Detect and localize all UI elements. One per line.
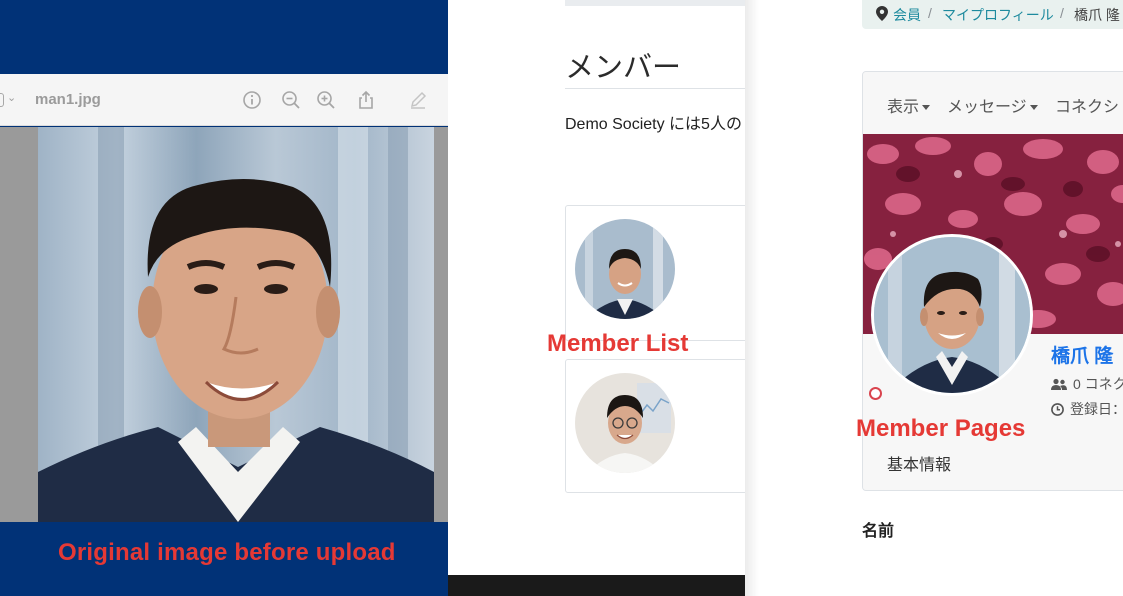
- member-page-panel: 会員 / マイプロフィール / 橋爪 隆 表示 メッセージ コネクシ 橋爪 隆 …: [745, 0, 1123, 596]
- status-indicator: [869, 387, 882, 400]
- image-viewer-panel: ⌄ man1.jpg Original image before upload: [0, 0, 448, 596]
- field-label-name: 名前: [862, 523, 895, 540]
- profile-nav: 表示 メッセージ コネクシ: [863, 72, 1123, 134]
- avatar[interactable]: [575, 219, 675, 319]
- clock-icon: [1051, 403, 1067, 416]
- connections-count: 0 コネク: [1051, 374, 1123, 394]
- breadcrumb-item-my-profile[interactable]: マイプロフィール: [942, 5, 1054, 25]
- profile-name[interactable]: 橋爪 隆: [1051, 341, 1113, 368]
- markup-pen-icon[interactable]: [407, 89, 429, 111]
- share-icon[interactable]: [355, 89, 377, 111]
- heading-divider: [565, 88, 745, 89]
- zoom-out-icon[interactable]: [280, 89, 302, 111]
- member-card[interactable]: [565, 359, 745, 493]
- breadcrumb-item-members[interactable]: 会員: [893, 5, 921, 25]
- messages-menu[interactable]: メッセージ: [947, 93, 1038, 117]
- avatar[interactable]: [575, 373, 675, 473]
- member-card[interactable]: [565, 205, 745, 341]
- connections-menu[interactable]: コネクシ: [1055, 93, 1119, 117]
- caret-down-icon: [922, 105, 931, 111]
- sidebar-toggle-button[interactable]: ⌄: [0, 91, 20, 109]
- users-icon: [1051, 378, 1070, 391]
- map-marker-icon: [876, 6, 888, 21]
- caption-member-pages: Member Pages: [856, 415, 1026, 442]
- caption-member-list: Member List: [547, 330, 689, 357]
- connections-count-text: 0 コネク: [1073, 376, 1123, 392]
- member-count-text: Demo Society には5人の: [565, 116, 742, 133]
- registered-date-text: 登録日：: [1070, 401, 1123, 417]
- connections-menu-label: コネクシ: [1055, 99, 1120, 116]
- breadcrumb: 会員 / マイプロフィール / 橋爪 隆: [862, 0, 1123, 29]
- bottom-bar: [448, 575, 745, 596]
- caret-down-icon: [1029, 105, 1038, 111]
- caption-original-image-text: Original image before upload: [58, 539, 396, 566]
- file-name: man1.jpg: [35, 91, 101, 108]
- page-title: メンバー: [565, 52, 682, 84]
- messages-menu-label: メッセージ: [947, 99, 1027, 116]
- view-menu-label: 表示: [887, 99, 920, 116]
- registered-date: 登録日：: [1051, 399, 1123, 419]
- breadcrumb-separator: /: [1060, 5, 1064, 21]
- member-list-panel: メンバー Demo Society には5人の Member List: [448, 0, 745, 596]
- breadcrumb-separator: /: [928, 5, 932, 21]
- zoom-in-icon[interactable]: [315, 89, 337, 111]
- view-menu[interactable]: 表示: [887, 93, 931, 117]
- tab-basic-info[interactable]: 基本情報: [887, 451, 951, 475]
- caption-original-image: Original image before upload: [0, 522, 448, 596]
- chevron-down-icon: ⌄: [7, 92, 17, 104]
- profile-avatar[interactable]: [871, 234, 1033, 396]
- sidebar-icon: [0, 93, 4, 107]
- panel-shadow: [745, 0, 759, 596]
- top-strip: [565, 0, 745, 6]
- original-photo: [38, 127, 434, 522]
- info-icon[interactable]: [241, 89, 263, 111]
- viewer-toolbar: ⌄ man1.jpg: [0, 74, 448, 126]
- breadcrumb-item-current: 橋爪 隆: [1074, 7, 1120, 23]
